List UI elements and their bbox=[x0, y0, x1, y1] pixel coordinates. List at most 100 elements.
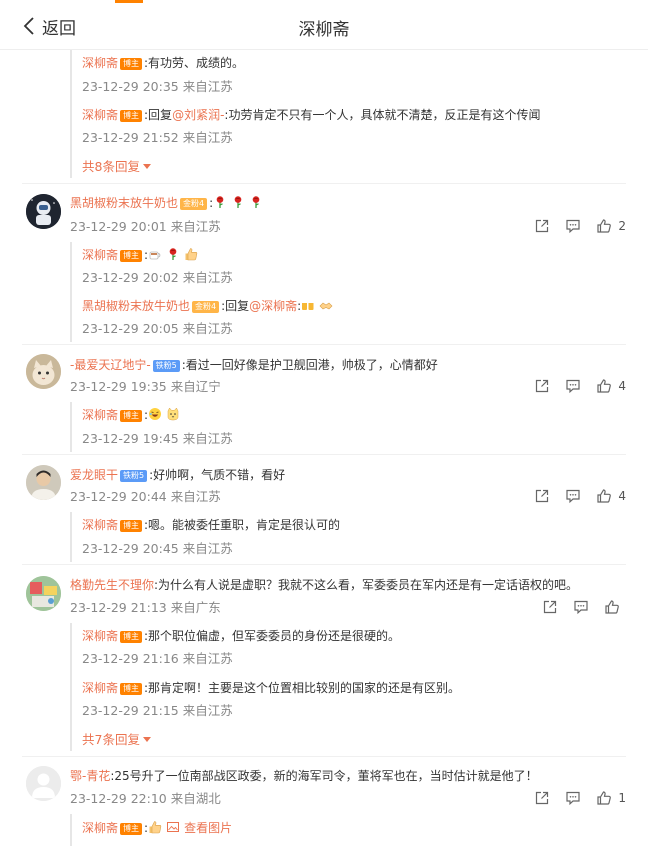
thumbs-up-icon bbox=[596, 488, 612, 504]
comment-author[interactable]: -最爱天辽地宁- bbox=[70, 358, 151, 372]
divider bbox=[22, 183, 626, 184]
share-icon bbox=[534, 790, 550, 806]
more-replies-link[interactable]: 共8条回复 bbox=[82, 158, 151, 176]
reply-list bbox=[70, 512, 72, 562]
mention-link[interactable]: @刘紧润- bbox=[172, 108, 224, 122]
reply-prefix: :回复 bbox=[144, 108, 173, 122]
mention-link[interactable]: @深柳斋 bbox=[249, 299, 297, 313]
reply-author[interactable]: 深柳斋 bbox=[82, 108, 118, 122]
comment-author[interactable]: 爱龙眼干 bbox=[70, 468, 118, 482]
divider bbox=[22, 454, 626, 455]
handshake-emoji-icon bbox=[319, 298, 333, 312]
reply-author[interactable]: 深柳斋 bbox=[82, 629, 118, 643]
reply-content: 深柳斋 博主: 查看图片 bbox=[82, 819, 232, 837]
astronaut-avatar-icon bbox=[26, 194, 61, 229]
more-replies-label: 共7条回复 bbox=[82, 732, 140, 747]
fan-badge: 金粉4 bbox=[192, 301, 220, 313]
share-button[interactable] bbox=[534, 790, 550, 806]
like-button[interactable]: 4 bbox=[596, 488, 626, 504]
reply-author[interactable]: 深柳斋 bbox=[82, 821, 118, 835]
thumbs-up-icon bbox=[596, 790, 612, 806]
reply-author[interactable]: 深柳斋 bbox=[82, 681, 118, 695]
share-icon bbox=[534, 488, 550, 504]
image-icon bbox=[167, 822, 180, 832]
reply-list bbox=[70, 242, 72, 342]
reply-list bbox=[70, 50, 72, 178]
caret-down-icon bbox=[142, 164, 151, 169]
thumbs-up-icon bbox=[604, 599, 620, 615]
divider bbox=[22, 564, 626, 565]
comment-time: 23-12-29 21:13 来自广东 bbox=[70, 600, 221, 615]
reply-author[interactable]: 黑胡椒粉末放牛奶也 bbox=[82, 299, 190, 313]
reply-content: 深柳斋 博主:那肯定啊！主要是这个位置相比较别的国家的还是有区别。 bbox=[82, 679, 460, 697]
like-button[interactable]: 1 bbox=[596, 790, 626, 806]
comment-content: 鄂-青花:25号升了一位南部战区政委，新的海军司令，董将军也在，当时估计就是他了… bbox=[70, 767, 538, 785]
comment-author[interactable]: 格勤先生不理你 bbox=[70, 578, 154, 592]
reply-content: 深柳斋 博主:有功劳、成绩的。 bbox=[82, 54, 244, 72]
caret-down-icon bbox=[142, 737, 151, 742]
host-badge: 博主 bbox=[120, 110, 143, 122]
reply-button[interactable] bbox=[565, 218, 581, 234]
like-count: 1 bbox=[618, 791, 626, 805]
share-button[interactable] bbox=[534, 378, 550, 394]
share-icon bbox=[542, 599, 558, 615]
cheers-emoji-icon bbox=[301, 298, 315, 312]
comment-actions: 2 bbox=[519, 218, 626, 234]
thumbs-up-emoji-icon bbox=[148, 820, 162, 834]
share-button[interactable] bbox=[534, 488, 550, 504]
reply-text: :那个职位偏虚，但军委委员的身份还是很硬的。 bbox=[144, 629, 401, 643]
reply-author[interactable]: 深柳斋 bbox=[82, 56, 118, 70]
comment-author[interactable]: 鄂-青花 bbox=[70, 769, 110, 783]
comment-icon bbox=[565, 218, 581, 234]
rose-emoji-icon bbox=[231, 195, 245, 209]
comment-content: -最爱天辽地宁- 铁粉5:看过一回好像是护卫舰回港，帅极了，心情都好 bbox=[70, 356, 438, 374]
comment-author[interactable]: 黑胡椒粉末放牛奶也 bbox=[70, 196, 178, 210]
laugh-emoji-icon bbox=[148, 407, 162, 421]
host-badge: 博主 bbox=[120, 823, 143, 835]
top-bar: 返回 深柳斋 bbox=[0, 0, 648, 50]
reply-time: 23-12-29 19:45 来自江苏 bbox=[82, 431, 233, 446]
reply-button[interactable] bbox=[565, 378, 581, 394]
comment-text: :好帅啊，气质不错，看好 bbox=[149, 468, 286, 482]
avatar[interactable] bbox=[26, 194, 61, 229]
cat-avatar-icon bbox=[26, 354, 61, 389]
reply-button[interactable] bbox=[565, 790, 581, 806]
share-button[interactable] bbox=[534, 218, 550, 234]
rose-emoji-icon bbox=[166, 247, 180, 261]
avatar[interactable] bbox=[26, 576, 61, 611]
reply-list bbox=[70, 402, 72, 452]
like-button[interactable]: 4 bbox=[596, 378, 626, 394]
reply-content: 黑胡椒粉末放牛奶也 金粉4:回复@深柳斋: bbox=[82, 297, 337, 315]
reply-time: 23-12-29 20:05 来自江苏 bbox=[82, 321, 233, 336]
reply-author[interactable]: 深柳斋 bbox=[82, 248, 118, 262]
reply-time: 23-12-29 21:15 来自江苏 bbox=[82, 703, 233, 718]
comment-actions bbox=[527, 599, 626, 615]
avatar[interactable] bbox=[26, 766, 61, 801]
avatar[interactable] bbox=[26, 465, 61, 500]
thumbs-up-icon bbox=[596, 378, 612, 394]
reply-author[interactable]: 深柳斋 bbox=[82, 518, 118, 532]
reply-list bbox=[70, 814, 72, 846]
tea-emoji-icon bbox=[148, 247, 162, 261]
share-icon bbox=[534, 378, 550, 394]
like-button[interactable] bbox=[604, 599, 626, 615]
fan-badge: 金粉4 bbox=[180, 198, 208, 210]
reply-text: :嗯。能被委任重职，肯定是很认可的 bbox=[144, 518, 341, 532]
fan-badge: 铁粉5 bbox=[120, 470, 148, 482]
comment-time: 23-12-29 20:01 来自江苏 bbox=[70, 219, 221, 234]
more-replies-link[interactable]: 共7条回复 bbox=[82, 731, 151, 749]
comment-time: 23-12-29 19:35 来自辽宁 bbox=[70, 379, 221, 394]
view-image-link[interactable]: 查看图片 bbox=[166, 821, 232, 835]
reply-author[interactable]: 深柳斋 bbox=[82, 408, 118, 422]
avatar[interactable] bbox=[26, 354, 61, 389]
reply-time: 23-12-29 20:45 来自江苏 bbox=[82, 541, 233, 556]
like-count: 4 bbox=[618, 379, 626, 393]
like-button[interactable]: 2 bbox=[596, 218, 626, 234]
divider bbox=[22, 344, 626, 345]
reply-button[interactable] bbox=[573, 599, 589, 615]
reply-content: 深柳斋 博主:那个职位偏虚，但军委委员的身份还是很硬的。 bbox=[82, 627, 400, 645]
host-badge: 博主 bbox=[120, 683, 143, 695]
reply-button[interactable] bbox=[565, 488, 581, 504]
share-button[interactable] bbox=[542, 599, 558, 615]
thumbs-up-icon bbox=[596, 218, 612, 234]
